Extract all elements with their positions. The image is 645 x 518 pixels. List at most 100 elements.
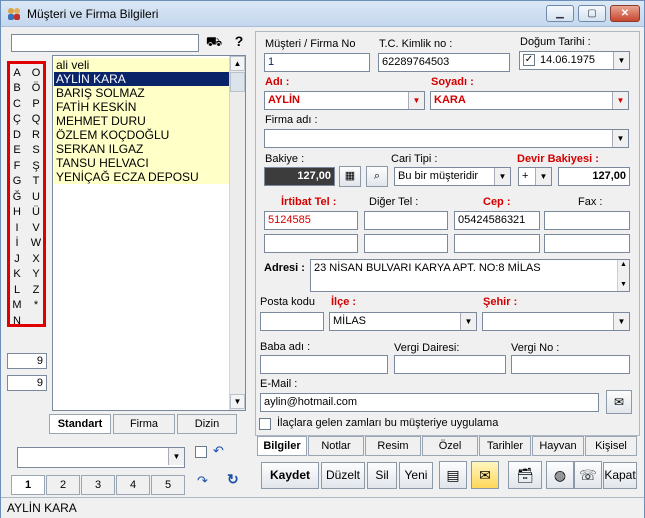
ilac-checkbox[interactable] <box>259 418 271 430</box>
page-tab-4[interactable]: 4 <box>116 475 150 495</box>
diger-field-2[interactable] <box>364 234 448 253</box>
letter-s[interactable]: S <box>30 144 42 156</box>
dogum-field[interactable]: ✓ 14.06.1975 ▼ <box>519 51 630 70</box>
page-tab-3[interactable]: 3 <box>81 475 115 495</box>
diger-field[interactable] <box>364 211 448 230</box>
fax-field[interactable] <box>544 211 630 230</box>
help-icon[interactable]: ? <box>230 33 248 51</box>
adi-field[interactable]: AYLİN ▼ <box>264 91 425 110</box>
firma-field[interactable]: ▼ <box>264 129 629 148</box>
phone-icon[interactable]: ☏ <box>574 461 602 489</box>
filter-combo[interactable]: ▼ <box>17 447 185 468</box>
devir-field[interactable]: 127,00 <box>558 167 630 186</box>
letter-m[interactable]: M <box>11 299 23 311</box>
letter-t[interactable]: T <box>30 175 42 187</box>
letter-ii[interactable]: İ <box>11 237 23 249</box>
letter-o[interactable]: O <box>30 67 42 79</box>
page-tab-1[interactable]: 1 <box>11 475 45 495</box>
minimize-button[interactable]: ▁ <box>546 5 574 22</box>
yeni-button[interactable]: Yeni <box>399 462 433 489</box>
list-item[interactable]: ali veli <box>54 58 230 72</box>
fax-field-2[interactable] <box>544 234 630 253</box>
list-scrollbar[interactable]: ▲ ▼ <box>229 56 245 410</box>
tc-field[interactable]: 62289764503 <box>378 53 510 72</box>
letter-gg[interactable]: Ğ <box>11 191 23 203</box>
soyadi-field[interactable]: KARA ▼ <box>430 91 629 110</box>
letter-n[interactable]: N <box>11 315 23 327</box>
scroll-up-icon[interactable]: ▲ <box>230 56 245 71</box>
letter-g[interactable]: G <box>11 175 23 187</box>
duzelt-button[interactable]: Düzelt <box>321 462 365 489</box>
card-box-icon[interactable]: 🗃 <box>508 461 542 489</box>
list-item[interactable]: BARIŞ SOLMAZ <box>54 86 230 100</box>
cep-field-2[interactable] <box>454 234 540 253</box>
musteri-no-field[interactable]: 1 <box>264 53 370 72</box>
posta-field[interactable] <box>260 312 324 331</box>
letter-y[interactable]: Y <box>30 268 42 280</box>
refresh-icon[interactable]: ↻ <box>227 471 249 491</box>
page-tab-5[interactable]: 5 <box>151 475 185 495</box>
tab-ozel[interactable]: Özel <box>422 436 478 456</box>
letter-q[interactable]: Q <box>30 113 42 125</box>
irtibat-field-2[interactable] <box>264 234 358 253</box>
tab-dizin[interactable]: Dizin <box>177 414 237 434</box>
table-icon[interactable]: ▤ <box>439 461 467 489</box>
letter-k[interactable]: K <box>11 268 23 280</box>
kaydet-button[interactable]: Kaydet <box>261 462 319 489</box>
letter-c[interactable]: C <box>11 98 23 110</box>
tab-hayvan[interactable]: Hayvan <box>532 436 584 456</box>
letter-f[interactable]: F <box>11 160 23 172</box>
dogum-checkbox[interactable]: ✓ <box>523 54 535 66</box>
tab-standart[interactable]: Standart <box>49 414 111 434</box>
list-item[interactable]: SERKAN ILGAZ <box>54 142 230 156</box>
letter-r[interactable]: R <box>30 129 42 141</box>
letter-e[interactable]: E <box>11 144 23 156</box>
letter-all[interactable]: * <box>30 299 42 311</box>
binoculars-icon[interactable]: ⛟ <box>205 34 223 52</box>
irtibat-field[interactable]: 5124585 <box>264 211 358 230</box>
tab-bilgiler[interactable]: Bilgiler <box>257 436 307 456</box>
calculator-icon[interactable]: ▦ <box>339 166 361 187</box>
letter-cc[interactable]: Ç <box>11 113 23 125</box>
list-item[interactable]: TANSU HELVACI <box>54 156 230 170</box>
close-button[interactable]: ✕ <box>610 5 640 22</box>
sil-button[interactable]: Sil <box>367 462 397 489</box>
cari-select[interactable]: Bu bir müşteridir ▼ <box>394 167 511 186</box>
sehir-select[interactable]: ▼ <box>482 312 630 331</box>
search-ledger-icon[interactable]: ⌕ <box>366 166 388 187</box>
filter-checkbox[interactable] <box>195 446 207 458</box>
list-item[interactable]: YENİÇAĞ ECZA DEPOSU <box>54 170 230 184</box>
adres-scrollbar[interactable]: ▲ ▼ <box>617 260 629 291</box>
vergi-no-field[interactable] <box>511 355 630 374</box>
envelope-icon[interactable]: ✉ <box>471 461 499 489</box>
undo-icon[interactable]: ↶ <box>213 443 231 461</box>
list-item[interactable]: ÖZLEM KOÇDOĞLU <box>54 128 230 142</box>
devir-sign-select[interactable]: + ▼ <box>518 167 552 186</box>
letter-j[interactable]: J <box>11 253 23 265</box>
scroll-thumb[interactable] <box>230 72 245 92</box>
letter-u[interactable]: U <box>30 191 42 203</box>
email-field[interactable]: aylin@hotmail.com <box>260 393 599 412</box>
vergi-dairesi-field[interactable] <box>394 355 506 374</box>
scroll-down-icon[interactable]: ▼ <box>230 394 245 409</box>
customer-list[interactable]: ali veli AYLİN KARA BARIŞ SOLMAZ FATİH K… <box>52 55 246 411</box>
tab-tarihler[interactable]: Tarihler <box>479 436 531 456</box>
kapat-button[interactable]: Kapat <box>603 462 637 489</box>
letter-uu[interactable]: Ü <box>30 206 42 218</box>
baba-field[interactable] <box>260 355 388 374</box>
letter-p[interactable]: P <box>30 98 42 110</box>
letter-x[interactable]: X <box>30 253 42 265</box>
tab-firma[interactable]: Firma <box>113 414 175 434</box>
letter-ss[interactable]: Ş <box>30 160 42 172</box>
cep-field[interactable]: 05424586321 <box>454 211 540 230</box>
send-mail-icon[interactable]: ✉ <box>606 390 632 414</box>
letter-h[interactable]: H <box>11 206 23 218</box>
letter-d[interactable]: D <box>11 129 23 141</box>
globe-icon[interactable]: ◍ <box>546 461 574 489</box>
adres-field[interactable]: 23 NİSAN BULVARI KARYA APT. NO:8 MİLAS ▲… <box>310 259 630 292</box>
tab-notlar[interactable]: Notlar <box>308 436 364 456</box>
ilce-select[interactable]: MİLAS ▼ <box>329 312 477 331</box>
letter-v[interactable]: V <box>30 222 42 234</box>
redo-icon[interactable]: ↷ <box>197 473 219 491</box>
letter-oo[interactable]: Ö <box>30 82 42 94</box>
